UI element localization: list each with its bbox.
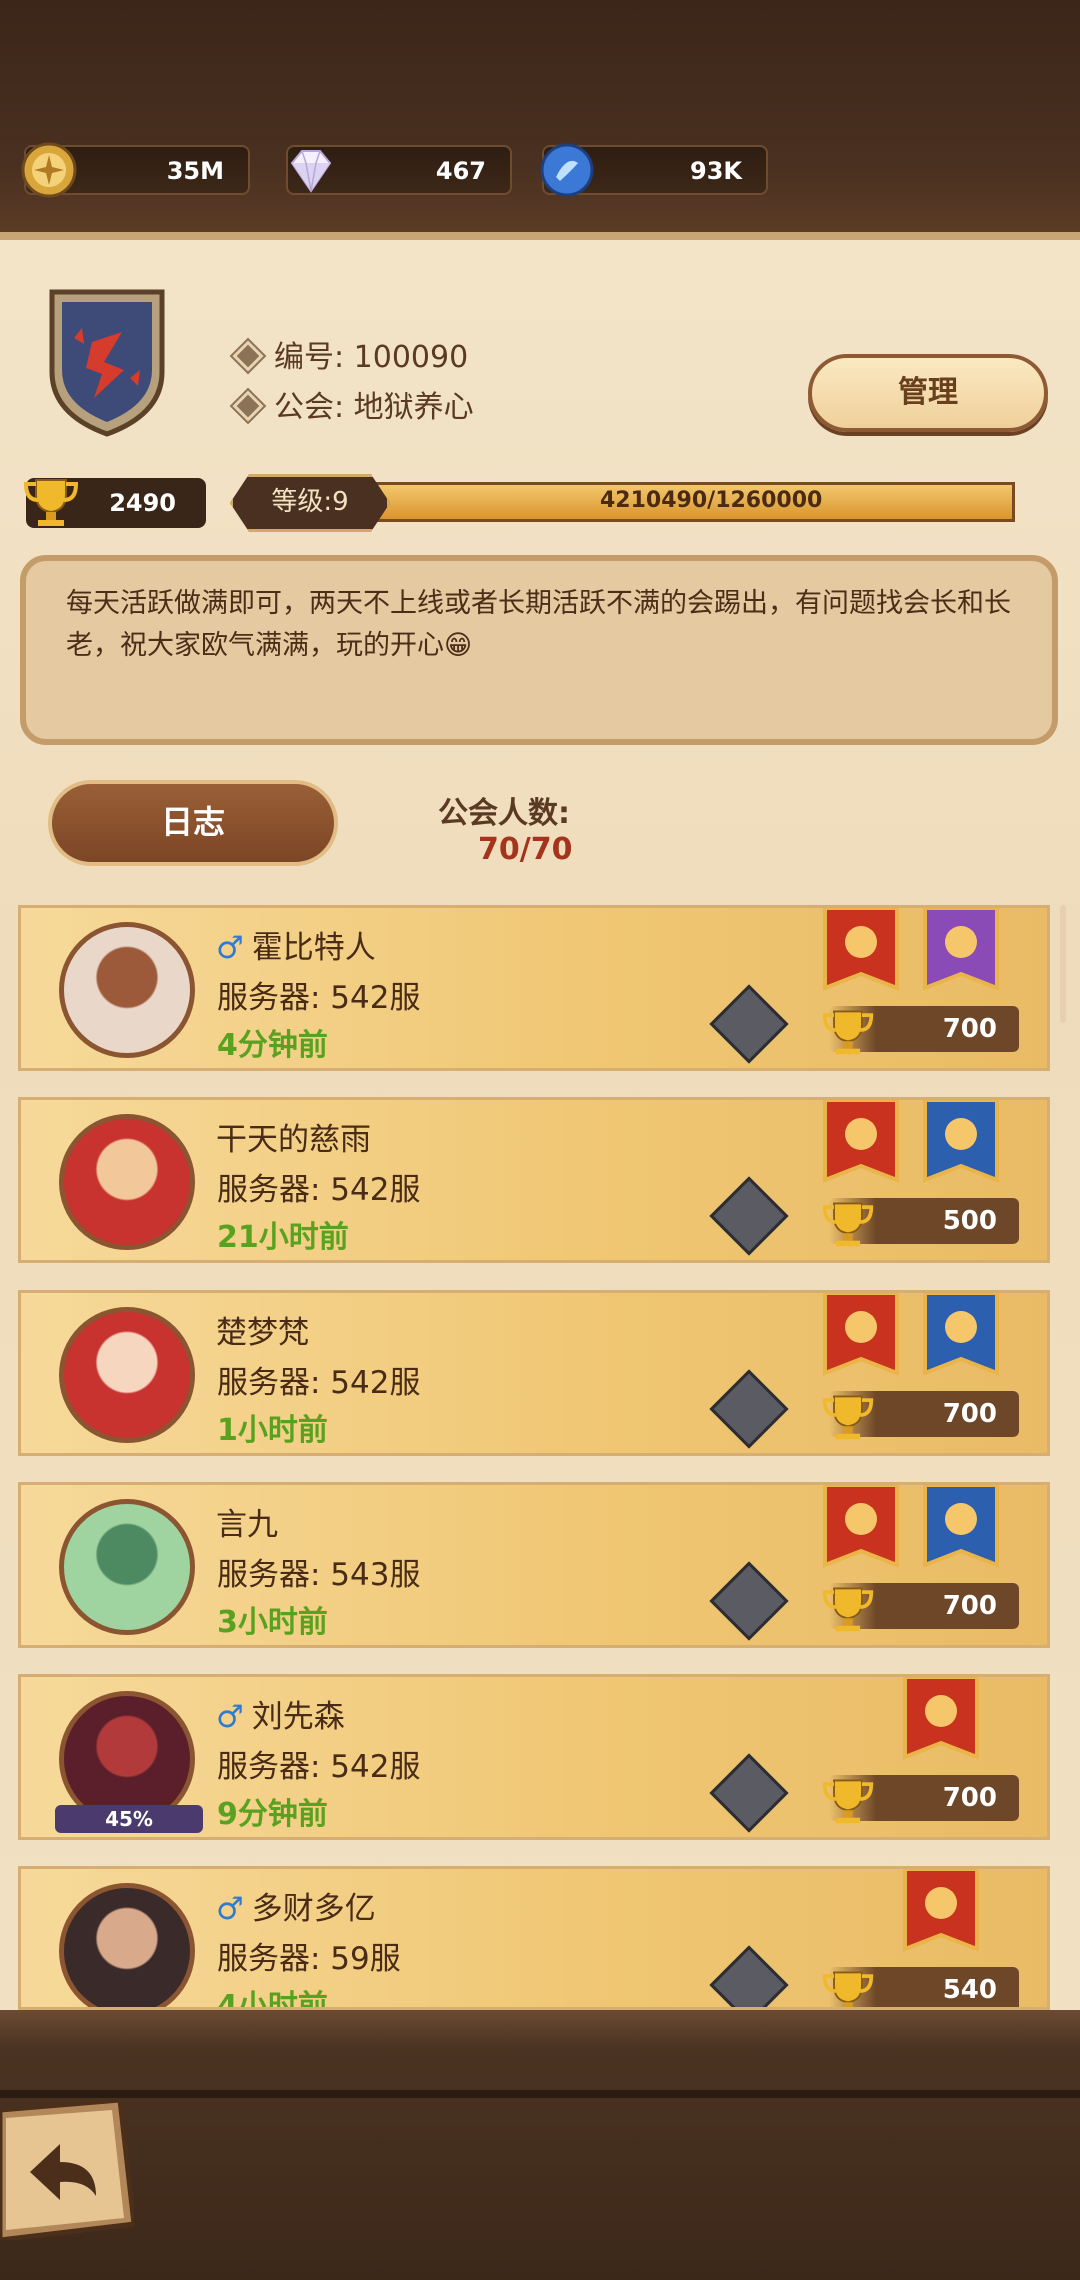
male-icon: ♂	[216, 1891, 244, 1927]
member-name-text: 多财多亿	[251, 1891, 376, 1927]
member-name: ♂ 多财多亿	[216, 1883, 376, 1928]
member-server: 服务器: 542服	[217, 980, 421, 1016]
back-arrow-icon[interactable]	[0, 2100, 134, 2240]
guild-name: 公会: 地狱养心	[232, 382, 474, 426]
trophy-icon	[822, 1587, 874, 1632]
guild-notice: 每天活跃做满即可，两天不上线或者长期活跃不满的会踢出，有问题找会长和长老，祝大家…	[20, 555, 1058, 745]
blue-key-banner-icon	[923, 1485, 999, 1568]
member-row[interactable]: 楚梦梵服务器: 542服 1小时前 700	[18, 1290, 1050, 1456]
member-last-online: 21小时前	[217, 1220, 349, 1255]
log-button[interactable]: 日志	[48, 780, 338, 866]
guild-trophy-box: 2490	[23, 478, 206, 528]
member-avatar[interactable]	[59, 1307, 195, 1443]
member-name: ♂ 霍比特人	[216, 922, 376, 967]
member-row[interactable]: ♂ 刘先森服务器: 542服 9分钟前 700 45%	[18, 1674, 1050, 1840]
gold-resource[interactable]: 35M	[21, 142, 250, 198]
guild-crest-icon[interactable]	[44, 282, 170, 440]
trophy-icon	[23, 479, 79, 526]
member-row[interactable]: ♂ 多财多亿服务器: 59服 4小时前 540	[18, 1866, 1050, 2010]
member-score: 500	[942, 1206, 997, 1236]
member-name-text: 干天的慈雨	[216, 1122, 371, 1158]
progress-badge: 45%	[55, 1805, 203, 1833]
diamond-resource[interactable]: 467	[286, 145, 512, 195]
member-row[interactable]: 言九服务器: 543服 3小时前 700	[18, 1482, 1050, 1648]
member-server: 服务器: 543服	[217, 1557, 421, 1593]
member-score: 700	[942, 1014, 997, 1044]
guild-level-label: 等级:9	[230, 474, 390, 532]
member-row[interactable]: ♂ 霍比特人服务器: 542服 4分钟前 700	[18, 905, 1050, 1071]
exp-text: 4210490/1260000	[600, 488, 823, 513]
member-name-text: 霍比特人	[251, 930, 376, 966]
red-shield-banner-icon	[823, 1485, 899, 1568]
male-icon: ♂	[216, 930, 244, 966]
divider	[0, 2090, 1080, 2098]
red-shield-banner-icon	[823, 1100, 899, 1183]
member-server: 服务器: 542服	[217, 1365, 421, 1401]
member-name-text: 刘先森	[251, 1699, 345, 1735]
top-bar	[0, 0, 1080, 235]
crossed-swords-icon[interactable]	[709, 1561, 789, 1641]
crossed-swords-icon[interactable]	[709, 1369, 789, 1449]
member-count-value: 70/70	[478, 832, 573, 867]
red-shield-banner-icon	[903, 1677, 979, 1760]
member-score: 700	[942, 1783, 997, 1813]
member-last-online: 3小时前	[217, 1605, 328, 1640]
crossed-swords-icon[interactable]	[709, 1945, 789, 2007]
diamond-icon	[290, 150, 332, 193]
orb-resource[interactable]: 93K	[540, 143, 768, 197]
member-avatar[interactable]	[59, 1499, 195, 1635]
bottom-bar	[0, 2010, 1080, 2280]
member-avatar[interactable]	[59, 1114, 195, 1250]
diamond-bullet-icon	[232, 339, 264, 372]
crossed-swords-icon[interactable]	[709, 984, 789, 1064]
member-last-online: 4小时前	[217, 1989, 328, 2010]
member-score: 700	[942, 1399, 997, 1429]
member-name: 干天的慈雨	[216, 1114, 371, 1159]
guild-id: 编号: 100090	[232, 332, 468, 376]
member-score: 700	[942, 1591, 997, 1621]
member-server: 服务器: 59服	[217, 1941, 401, 1977]
gold-value: 35M	[166, 157, 224, 185]
member-name: ♂ 刘先森	[216, 1691, 345, 1736]
trophy-icon	[822, 1010, 874, 1055]
guild-level-bar: 等级:9 4210490/1260000	[230, 474, 1042, 532]
member-name-text: 言九	[216, 1507, 278, 1543]
diamond-bullet-icon	[232, 389, 264, 422]
purple-crown-banner-icon	[923, 908, 999, 991]
member-server: 服务器: 542服	[217, 1172, 421, 1208]
member-last-online: 1小时前	[217, 1413, 328, 1448]
male-icon: ♂	[216, 1699, 244, 1735]
guild-trophy-value: 2490	[109, 489, 176, 517]
member-row[interactable]: 干天的慈雨服务器: 542服 21小时前 500	[18, 1097, 1050, 1263]
member-name: 楚梦梵	[216, 1307, 309, 1352]
member-last-online: 9分钟前	[217, 1797, 328, 1832]
scrollbar[interactable]	[1060, 905, 1066, 1023]
blue-key-banner-icon	[923, 1293, 999, 1376]
member-avatar[interactable]	[59, 922, 195, 1058]
gold-coin-icon	[21, 142, 77, 198]
crossed-swords-icon[interactable]	[709, 1753, 789, 1833]
manage-button[interactable]: 管理	[808, 354, 1048, 432]
red-shield-banner-icon	[903, 1869, 979, 1952]
member-count-label: 公会人数:	[438, 796, 570, 831]
red-shield-banner-icon	[823, 1293, 899, 1376]
blue-key-banner-icon	[923, 1100, 999, 1183]
diamond-value: 467	[435, 157, 486, 185]
member-server: 服务器: 542服	[217, 1749, 421, 1785]
member-score: 540	[942, 1975, 997, 2005]
red-shield-banner-icon	[823, 908, 899, 991]
crossed-swords-icon[interactable]	[709, 1176, 789, 1256]
member-name-text: 楚梦梵	[216, 1315, 309, 1351]
member-last-online: 4分钟前	[217, 1028, 328, 1063]
member-avatar[interactable]	[59, 1883, 195, 2007]
trophy-icon	[822, 1202, 874, 1247]
orb-value: 93K	[690, 157, 742, 185]
member-name: 言九	[216, 1499, 278, 1544]
blue-orb-icon	[540, 143, 594, 197]
trophy-icon	[822, 1395, 874, 1440]
trophy-icon	[822, 1971, 874, 2007]
trophy-icon	[822, 1779, 874, 1824]
